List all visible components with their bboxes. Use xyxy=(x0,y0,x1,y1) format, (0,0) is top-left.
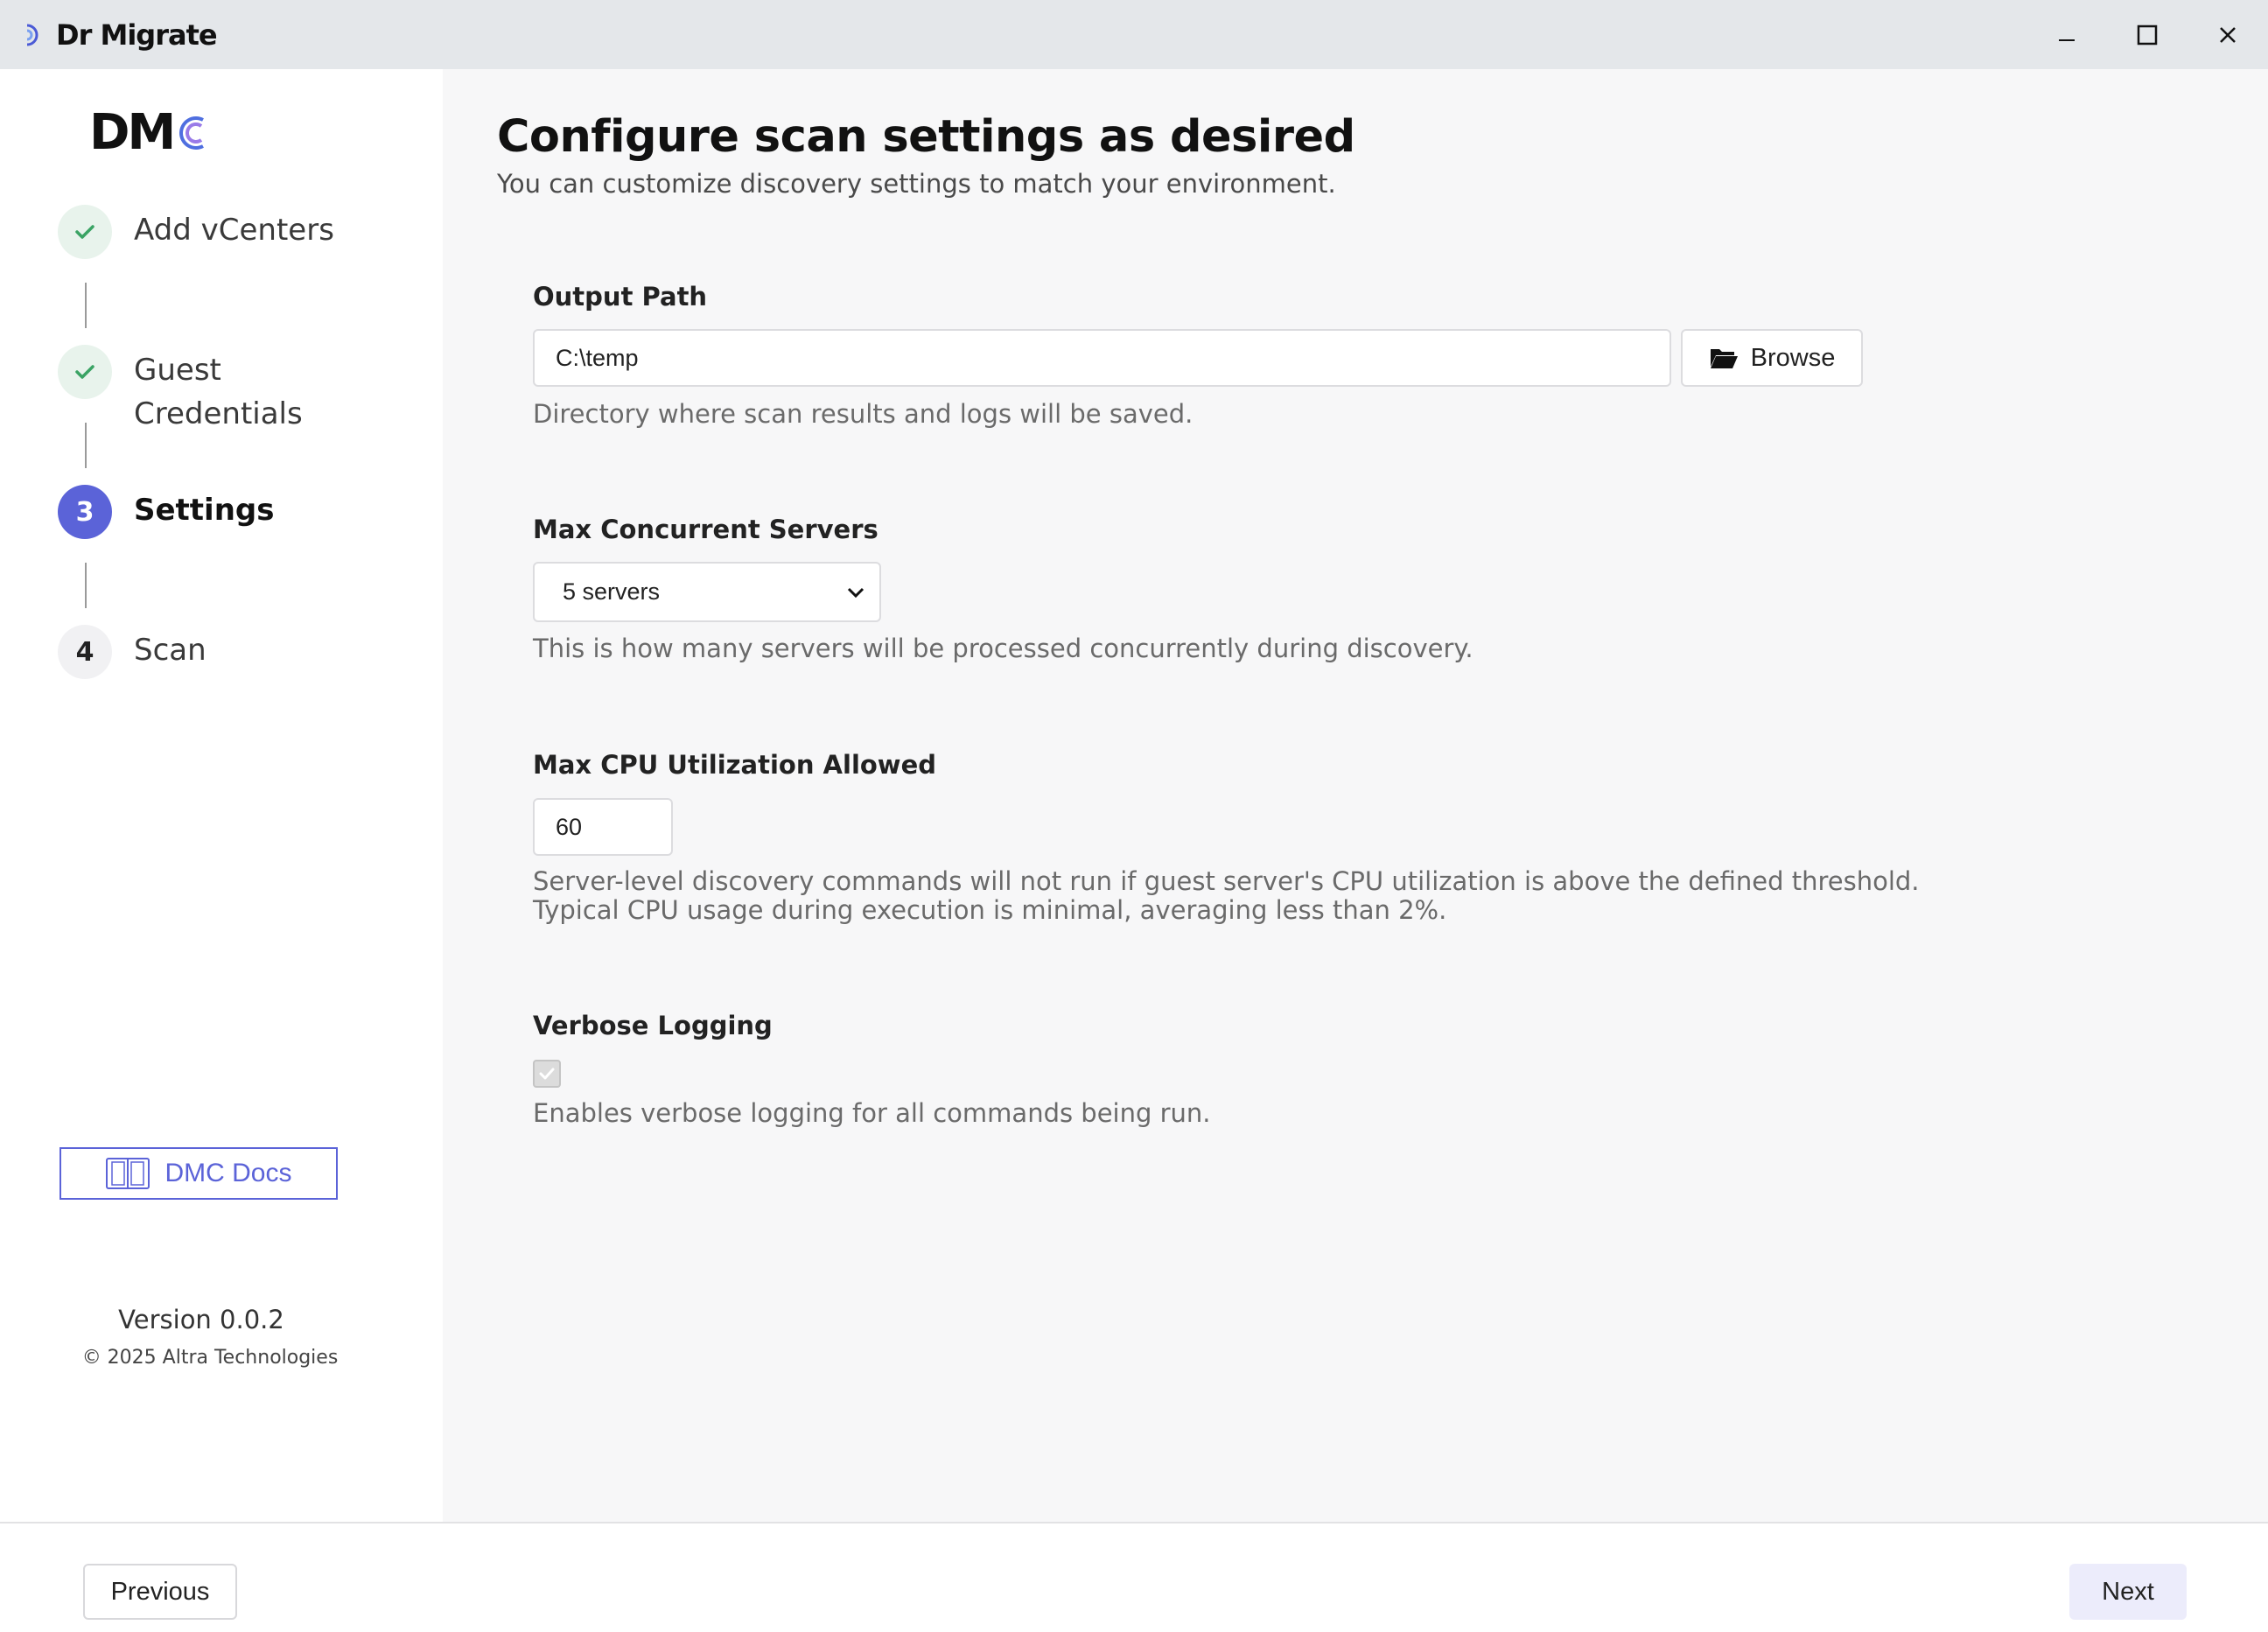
logo-c-mark-icon xyxy=(179,116,205,150)
step-label: Guest Credentials xyxy=(134,353,303,431)
book-icon xyxy=(106,1158,150,1189)
step-connector xyxy=(85,563,87,608)
max-concurrent-help: This is how many servers will be process… xyxy=(533,634,1474,663)
max-concurrent-label: Max Concurrent Servers xyxy=(533,515,878,544)
previous-button[interactable]: Previous xyxy=(83,1564,237,1620)
copyright-text: © 2025 Altra Technologies xyxy=(81,1347,339,1369)
close-icon xyxy=(2220,26,2236,43)
logo-text: DM xyxy=(89,104,176,161)
browse-button[interactable]: Browse xyxy=(1681,329,1863,387)
app-logo-icon xyxy=(26,24,38,46)
verbose-logging-label: Verbose Logging xyxy=(533,1011,773,1040)
title-bar: Dr Migrate xyxy=(0,0,2268,69)
minimize-button[interactable] xyxy=(2026,0,2107,69)
sidebar: DM Add vCenters Guest Credentials 3 Sett… xyxy=(0,69,443,1522)
max-cpu-input[interactable] xyxy=(533,798,673,856)
maximize-button[interactable] xyxy=(2107,0,2188,69)
folder-open-icon xyxy=(1710,349,1738,368)
maximize-icon xyxy=(2137,25,2158,45)
output-path-label: Output Path xyxy=(533,282,708,312)
step-number-badge: 3 xyxy=(58,485,112,539)
step-connector xyxy=(85,423,87,468)
step-done-badge xyxy=(58,345,112,399)
dmc-logo: DM xyxy=(89,104,206,161)
step-label: Add vCenters xyxy=(134,213,334,248)
check-icon xyxy=(75,225,94,239)
output-path-input[interactable] xyxy=(533,329,1671,387)
chevron-down-icon xyxy=(847,587,864,598)
footer: Previous Next xyxy=(0,1522,2268,1632)
window-controls xyxy=(2026,0,2268,69)
max-concurrent-select[interactable]: 5 servers xyxy=(533,562,881,622)
select-value: 5 servers xyxy=(563,578,661,605)
step-done-badge xyxy=(58,205,112,259)
step-number-badge: 4 xyxy=(58,625,112,679)
step-connector xyxy=(85,283,87,328)
main-content: Configure scan settings as desired You c… xyxy=(443,69,2268,1522)
step-label: Scan xyxy=(134,633,206,668)
minimize-icon xyxy=(2059,39,2075,41)
page-title: Configure scan settings as desired xyxy=(497,111,1355,163)
browse-label: Browse xyxy=(1750,343,1836,372)
window-title: Dr Migrate xyxy=(56,18,218,52)
docs-label: DMC Docs xyxy=(164,1159,292,1187)
max-cpu-help-line2: Typical CPU usage during execution is mi… xyxy=(533,895,1447,925)
verbose-logging-checkbox[interactable] xyxy=(533,1060,561,1088)
page-subtitle: You can customize discovery settings to … xyxy=(497,169,1336,199)
dmc-docs-button[interactable]: DMC Docs xyxy=(60,1147,338,1200)
max-cpu-help-line1: Server-level discovery commands will not… xyxy=(533,866,1920,896)
step-label: Settings xyxy=(134,493,275,528)
output-path-help: Directory where scan results and logs wi… xyxy=(533,399,1194,429)
check-icon xyxy=(75,365,94,379)
max-cpu-label: Max CPU Utilization Allowed xyxy=(533,750,937,780)
check-icon xyxy=(539,1068,555,1080)
next-button[interactable]: Next xyxy=(2069,1564,2187,1620)
close-button[interactable] xyxy=(2188,0,2268,69)
version-text: Version 0.0.2 xyxy=(118,1305,284,1334)
verbose-logging-help: Enables verbose logging for all commands… xyxy=(533,1098,1211,1128)
